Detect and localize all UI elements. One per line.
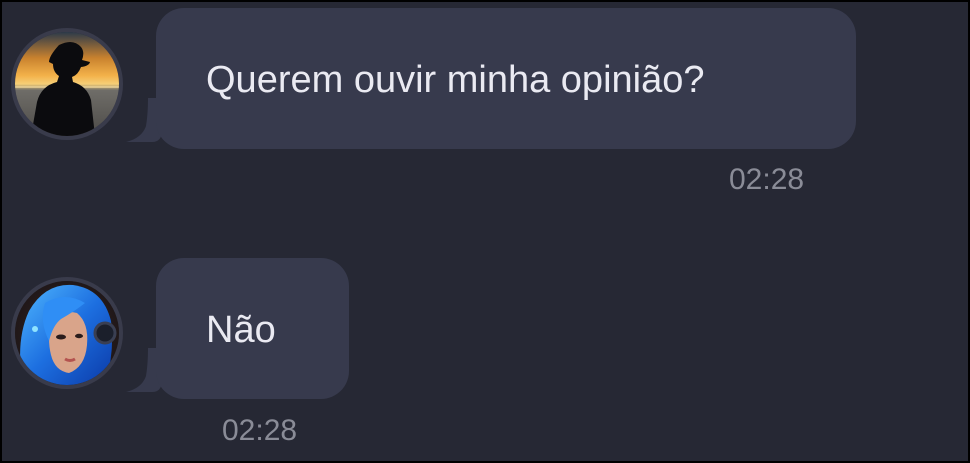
silhouette-sunset-avatar-icon[interactable] xyxy=(11,28,123,140)
message-timestamp: 02:28 xyxy=(222,414,298,447)
blue-hair-girl-avatar-icon[interactable] xyxy=(11,277,123,389)
message-text: Não xyxy=(206,309,276,351)
message-bubble[interactable]: Não xyxy=(156,258,349,399)
message-bubble[interactable]: Querem ouvir minha opinião? xyxy=(156,8,856,149)
message-text: Querem ouvir minha opinião? xyxy=(206,59,705,101)
chat-message-list: Querem ouvir minha opinião? 02:28 Não 02… xyxy=(2,2,968,461)
message-timestamp: 02:28 xyxy=(729,163,805,196)
